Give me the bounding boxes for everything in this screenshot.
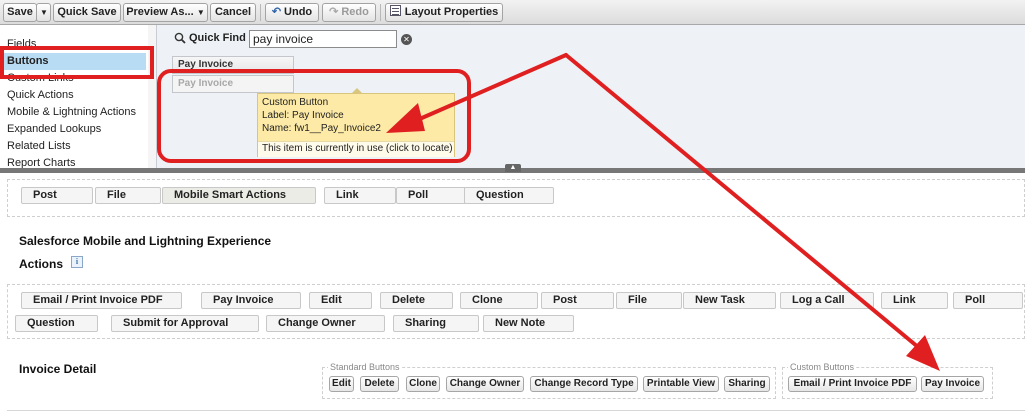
mobile-action-question[interactable]: Question [15, 315, 98, 332]
mobile-action-new-task[interactable]: New Task [683, 292, 776, 309]
feed-action-question[interactable]: Question [464, 187, 554, 204]
mobile-action-log-a-call[interactable]: Log a Call [780, 292, 874, 309]
quick-find-label: Quick Find [189, 32, 246, 44]
feed-action-post[interactable]: Post [21, 187, 93, 204]
mobile-actions-box: Email / Print Invoice PDF Pay Invoice Ed… [7, 284, 1025, 339]
redo-arrow-icon: ↷ [329, 6, 339, 18]
mobile-action-file[interactable]: File [616, 292, 682, 309]
custom-button-pay-invoice[interactable]: Pay Invoice [921, 376, 984, 392]
annotation-highlight-buttons-category [0, 46, 154, 79]
undo-label: Undo [284, 6, 313, 18]
feed-action-file[interactable]: File [95, 187, 161, 204]
cancel-label: Cancel [214, 6, 252, 18]
mobile-action-new-note[interactable]: New Note [483, 315, 574, 332]
info-icon[interactable]: i [71, 256, 83, 268]
undo-button[interactable]: ↶ Undo [265, 3, 319, 22]
quick-save-button[interactable]: Quick Save [53, 3, 121, 22]
standard-button-sharing[interactable]: Sharing [724, 376, 770, 392]
redo-button[interactable]: ↷ Redo [322, 3, 376, 22]
mobile-actions-title: Salesforce Mobile and Lightning Experien… [19, 234, 272, 248]
invoice-detail-title: Invoice Detail [19, 362, 97, 376]
chevron-down-icon: ▼ [40, 8, 48, 17]
quick-save-label: Quick Save [57, 6, 117, 18]
cancel-button[interactable]: Cancel [210, 3, 256, 22]
feed-action-poll[interactable]: Poll [396, 187, 468, 204]
mobile-action-change-owner[interactable]: Change Owner [266, 315, 385, 332]
standard-button-printable-view[interactable]: Printable View [643, 376, 719, 392]
feed-action-link[interactable]: Link [324, 187, 396, 204]
standard-button-edit[interactable]: Edit [329, 376, 354, 392]
mobile-action-email-print-invoice-pdf[interactable]: Email / Print Invoice PDF [21, 292, 182, 309]
collapse-palette-icon[interactable]: ▲ [505, 164, 521, 172]
feed-action-mobile-smart-actions[interactable]: Mobile Smart Actions [162, 187, 316, 204]
mobile-action-edit[interactable]: Edit [309, 292, 372, 309]
mobile-actions-title-line2: Actions [19, 257, 64, 271]
mobile-action-post[interactable]: Post [541, 292, 614, 309]
chevron-down-icon: ▼ [194, 8, 205, 17]
category-quick-actions[interactable]: Quick Actions [7, 89, 74, 101]
save-button-label: Save [7, 6, 33, 18]
standard-button-change-record-type[interactable]: Change Record Type [530, 376, 638, 392]
mobile-action-sharing[interactable]: Sharing [393, 315, 479, 332]
category-related-lists[interactable]: Related Lists [7, 140, 71, 152]
quick-find-input[interactable] [249, 30, 397, 48]
layout-properties-button[interactable]: Layout Properties [385, 3, 503, 22]
standard-buttons-label: Standard Buttons [328, 362, 402, 372]
mobile-action-pay-invoice[interactable]: Pay Invoice [201, 292, 301, 309]
standard-button-change-owner[interactable]: Change Owner [446, 376, 524, 392]
feed-actions-box: Post File Mobile Smart Actions Link Poll… [7, 179, 1025, 217]
category-report-charts[interactable]: Report Charts [7, 157, 75, 168]
preview-as-button[interactable]: Preview As... ▼ [123, 3, 208, 22]
toolbar-divider [380, 4, 381, 21]
redo-label: Redo [341, 6, 369, 18]
mobile-action-link[interactable]: Link [881, 292, 948, 309]
section-divider [7, 410, 1025, 411]
category-expanded-lookups[interactable]: Expanded Lookups [7, 123, 101, 135]
save-button[interactable]: Save [3, 3, 37, 22]
clear-search-icon[interactable]: ✕ [401, 34, 412, 45]
mobile-action-submit-for-approval[interactable]: Submit for Approval [111, 315, 259, 332]
preview-as-label: Preview As... [126, 6, 194, 18]
standard-button-delete[interactable]: Delete [360, 376, 399, 392]
toolbar-divider [260, 4, 261, 21]
standard-button-clone[interactable]: Clone [406, 376, 440, 392]
category-mobile-lightning-actions[interactable]: Mobile & Lightning Actions [7, 106, 136, 118]
mobile-action-poll[interactable]: Poll [953, 292, 1023, 309]
save-dropdown-button[interactable]: ▼ [36, 3, 51, 22]
search-icon [174, 32, 186, 44]
layout-editor-toolbar: Save ▼ Quick Save Preview As... ▼ Cancel… [0, 0, 1025, 25]
undo-arrow-icon: ↶ [271, 6, 282, 18]
annotation-highlight-tooltip [157, 69, 471, 163]
layout-properties-icon [389, 5, 401, 16]
mobile-action-clone[interactable]: Clone [460, 292, 538, 309]
layout-properties-label: Layout Properties [404, 6, 499, 18]
custom-buttons-label: Custom Buttons [788, 362, 857, 372]
custom-button-email-print-invoice-pdf[interactable]: Email / Print Invoice PDF [788, 376, 917, 392]
mobile-action-delete[interactable]: Delete [380, 292, 453, 309]
